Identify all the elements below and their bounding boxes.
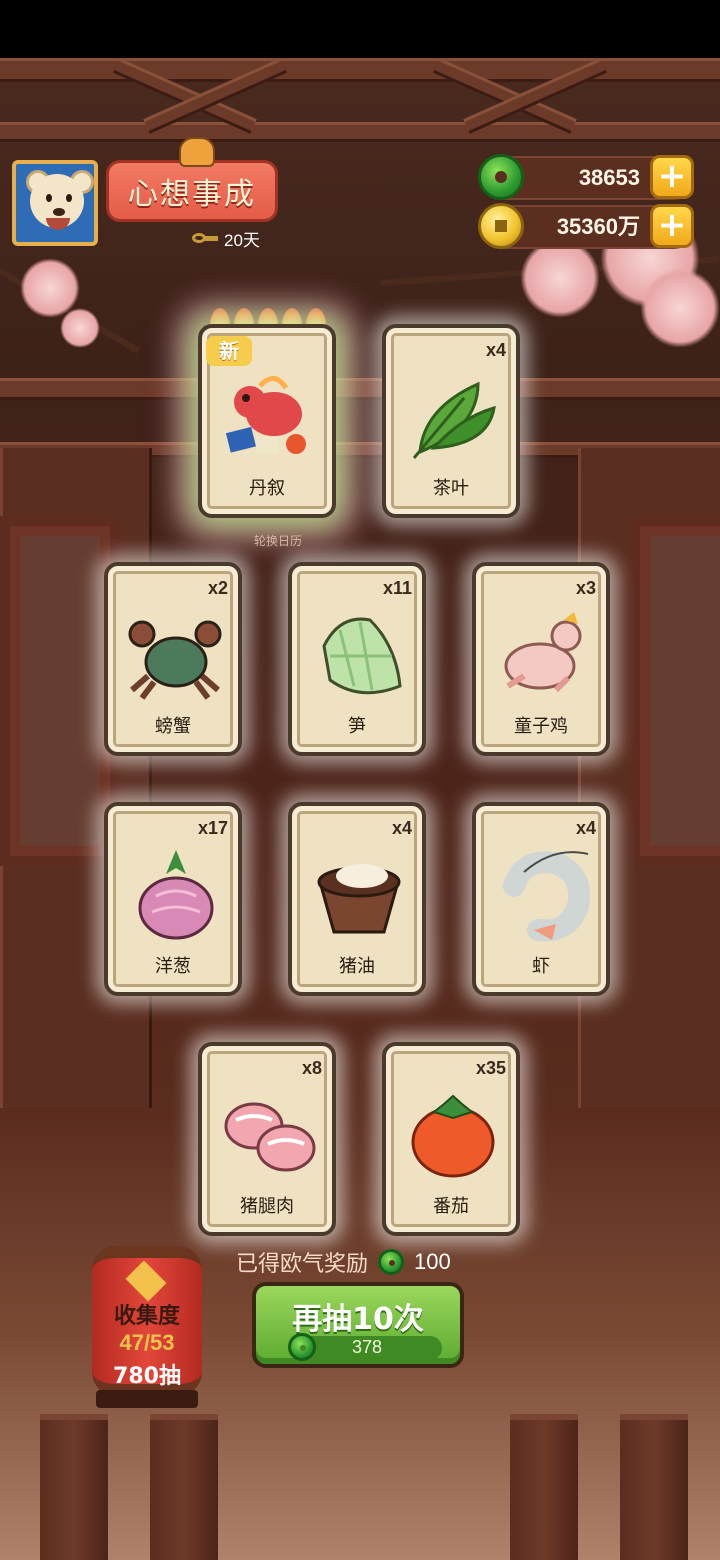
card-name: 猪腿肉 <box>240 1196 294 1217</box>
days-text: 20天 <box>224 231 260 250</box>
crab-icon <box>128 620 222 700</box>
card-name: 丹叙 <box>249 478 285 499</box>
draw-ten-button[interactable]: 再抽10次 378 <box>252 1282 464 1368</box>
collection-label: 收集度 <box>113 1304 180 1329</box>
tiger-icon <box>179 137 215 167</box>
jade-icon <box>378 1249 405 1275</box>
card-name: 番茄 <box>433 1196 469 1217</box>
card-item[interactable]: x4 虾 <box>472 802 610 996</box>
wall-beam <box>0 378 720 400</box>
title-banner[interactable]: 心想事成 <box>106 137 278 222</box>
card-count: x35 <box>475 1058 506 1078</box>
card-count: x4 <box>575 818 596 838</box>
reward-line: 已得欧气奖励 100 <box>236 1246 451 1278</box>
card-item[interactable]: x3 童子鸡 <box>472 562 610 756</box>
card-item[interactable]: x11 笋 <box>288 562 426 756</box>
reward-label: 已得欧气奖励 <box>236 1252 369 1277</box>
roof-beam <box>0 122 720 142</box>
card-item[interactable]: x35 番茄 <box>382 1042 520 1236</box>
fence-post <box>40 1414 108 1560</box>
card-item[interactable]: x8 猪腿肉 <box>198 1042 336 1236</box>
fence-post <box>150 1414 218 1560</box>
collection-draws: 780抽 <box>113 1364 181 1389</box>
coin-icon <box>478 203 524 249</box>
rotation-caption: 轮换日历 <box>254 534 303 548</box>
lantern-stand <box>96 1390 198 1408</box>
player-avatar[interactable] <box>12 160 98 246</box>
card-count: x3 <box>575 578 596 598</box>
jade-amount: 38653 <box>578 165 640 190</box>
collection-lantern[interactable]: 收集度 47/53 780抽 <box>92 1246 202 1396</box>
avatar-nose <box>53 208 65 216</box>
avatar-eye <box>46 194 52 202</box>
card-name: 螃蟹 <box>155 716 191 737</box>
door-lattice-right <box>630 516 720 866</box>
chicken-icon <box>504 612 582 693</box>
card-name: 猪油 <box>339 956 375 977</box>
days-indicator: 20天 <box>192 226 260 251</box>
card-name: 童子鸡 <box>514 716 568 737</box>
pork-leg-icon <box>224 1102 316 1172</box>
card-name: 洋葱 <box>155 956 191 977</box>
shrimp-icon <box>503 851 590 942</box>
add-jade-button[interactable]: + <box>650 155 694 199</box>
bamboo-shoot-icon <box>322 617 402 695</box>
new-badge: 新 <box>206 336 252 366</box>
card-count: x2 <box>207 578 228 598</box>
coin-currency: 35360万 + <box>478 203 694 249</box>
draw-button-label: 再抽10次 <box>292 1302 424 1337</box>
tomato-icon <box>411 1094 495 1178</box>
jade-icon <box>478 154 524 200</box>
card-count: x4 <box>485 340 506 360</box>
card-name: 茶叶 <box>433 478 469 499</box>
avatar-eye <box>66 194 72 202</box>
tea-leaf-icon <box>412 381 496 459</box>
coin-amount: 35360万 <box>556 214 640 239</box>
title-text: 心想事成 <box>128 177 256 212</box>
reward-amount: 100 <box>414 1249 451 1274</box>
lucky-charm-icon <box>125 1260 167 1302</box>
draw-cost-amount: 378 <box>351 1337 383 1357</box>
roof-beam <box>0 58 720 82</box>
blossom-flower <box>60 308 100 348</box>
collection-progress: 47/53 <box>119 1330 175 1355</box>
fence-post <box>510 1414 578 1560</box>
card-count: x8 <box>301 1058 322 1078</box>
card-name: 虾 <box>532 956 550 977</box>
blossom-flower <box>640 268 720 348</box>
card-item[interactable]: x4 猪油 <box>288 802 426 996</box>
onion-icon <box>138 850 214 940</box>
draw-cost: 378 <box>288 1333 442 1361</box>
card-count: x17 <box>197 818 228 838</box>
card-item[interactable]: x4 茶叶 <box>382 324 520 518</box>
status-bar <box>0 0 720 58</box>
card-count: x4 <box>391 818 412 838</box>
lard-icon <box>317 864 401 934</box>
key-icon <box>192 230 218 248</box>
fence-post <box>620 1414 688 1560</box>
card-count: x11 <box>382 578 412 598</box>
red-dragon-icon <box>225 376 306 454</box>
card-name: 笋 <box>348 716 366 737</box>
blossom-flower <box>520 238 600 318</box>
card-item[interactable]: x17 洋葱 <box>104 802 242 996</box>
door-lattice-left <box>0 516 120 866</box>
avatar-mouth <box>46 218 70 230</box>
card-item[interactable]: x2 螃蟹 <box>104 562 242 756</box>
jade-currency: 38653 + <box>478 154 694 200</box>
add-coin-button[interactable]: + <box>650 204 694 248</box>
